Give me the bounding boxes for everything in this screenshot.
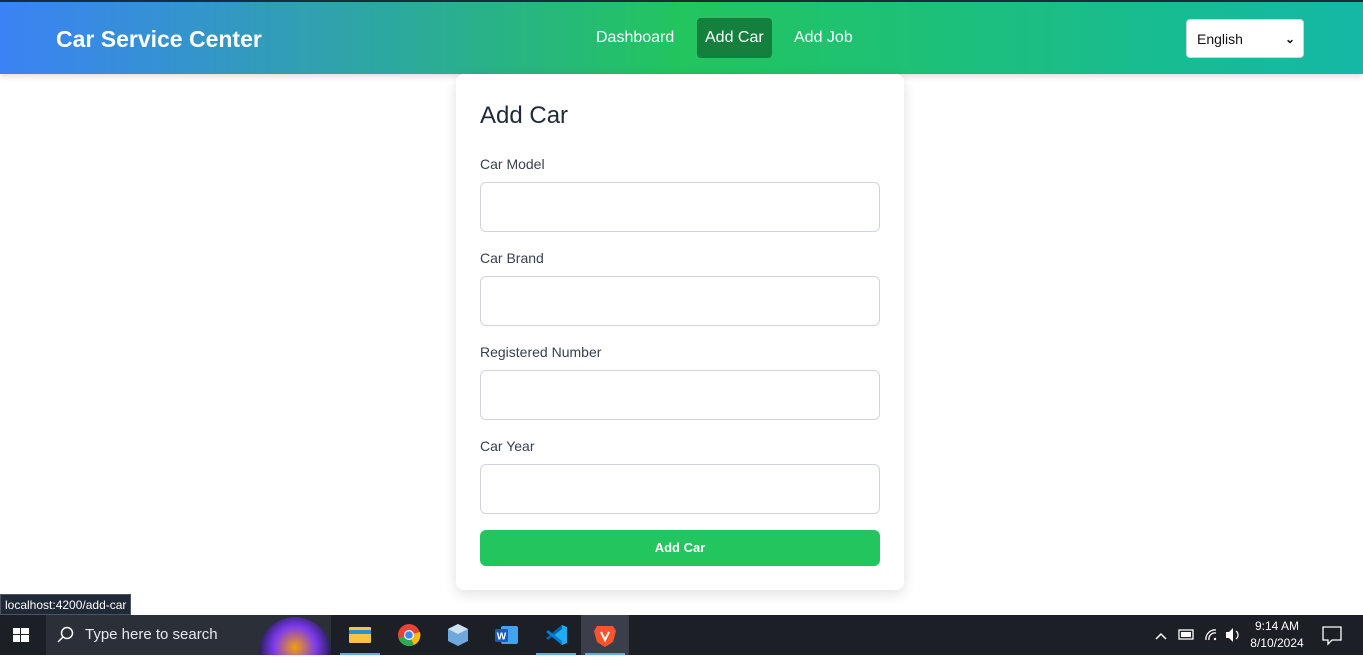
chrome-icon[interactable] xyxy=(385,615,433,655)
nav-dashboard[interactable]: Dashboard xyxy=(588,18,682,58)
taskbar-search[interactable]: Type here to search xyxy=(46,615,331,655)
add-car-button[interactable]: Add Car xyxy=(480,530,880,566)
brave-icon[interactable] xyxy=(581,615,629,655)
clock-date: 8/10/2024 xyxy=(1250,636,1304,650)
vscode-icon[interactable] xyxy=(532,615,580,655)
windows-icon xyxy=(13,628,29,642)
system-tray xyxy=(1152,615,1242,655)
volume-icon xyxy=(1226,628,1233,642)
car-model-label: Car Model xyxy=(480,156,545,172)
word-icon[interactable]: W xyxy=(483,615,531,655)
status-bar-url: localhost:4200/add-car xyxy=(0,594,132,615)
clock-time: 9:14 AM xyxy=(1254,619,1300,633)
form-title: Add Car xyxy=(480,102,569,129)
notification-button[interactable] xyxy=(1318,615,1348,655)
search-highlight-image xyxy=(259,617,331,655)
chevron-up-icon xyxy=(1155,632,1167,640)
chevron-down-icon: ⌄ xyxy=(1284,32,1295,46)
search-placeholder: Type here to search xyxy=(85,626,218,643)
nav-add-job[interactable]: Add Job xyxy=(786,18,861,58)
file-explorer-icon[interactable] xyxy=(336,615,384,655)
virtualbox-icon[interactable] xyxy=(434,615,482,655)
language-select[interactable]: English ⌄ xyxy=(1186,19,1304,58)
car-year-label: Car Year xyxy=(480,438,535,454)
registered-number-label: Registered Number xyxy=(480,344,602,360)
taskbar: Type here to search W 9:14 AM 8/10/2024 xyxy=(0,615,1363,655)
car-year-input[interactable] xyxy=(480,464,880,514)
taskbar-clock[interactable]: 9:14 AM 8/10/2024 xyxy=(1244,618,1310,652)
add-car-form: Add Car Car Model Car Brand Registered N… xyxy=(456,74,904,590)
brand-title[interactable]: Car Service Center xyxy=(56,26,262,53)
car-model-input[interactable] xyxy=(480,182,880,232)
registered-number-input[interactable] xyxy=(480,370,880,420)
car-brand-label: Car Brand xyxy=(480,250,544,266)
notification-icon xyxy=(1322,626,1342,646)
car-brand-input[interactable] xyxy=(480,276,880,326)
svg-text:W: W xyxy=(497,632,507,643)
nav-add-car[interactable]: Add Car xyxy=(697,18,772,58)
language-value: English xyxy=(1197,31,1243,47)
window-edge xyxy=(0,0,1363,2)
start-button[interactable] xyxy=(0,615,44,655)
search-icon xyxy=(57,626,74,643)
navbar: Car Service Center Dashboard Add Car Add… xyxy=(0,0,1363,74)
